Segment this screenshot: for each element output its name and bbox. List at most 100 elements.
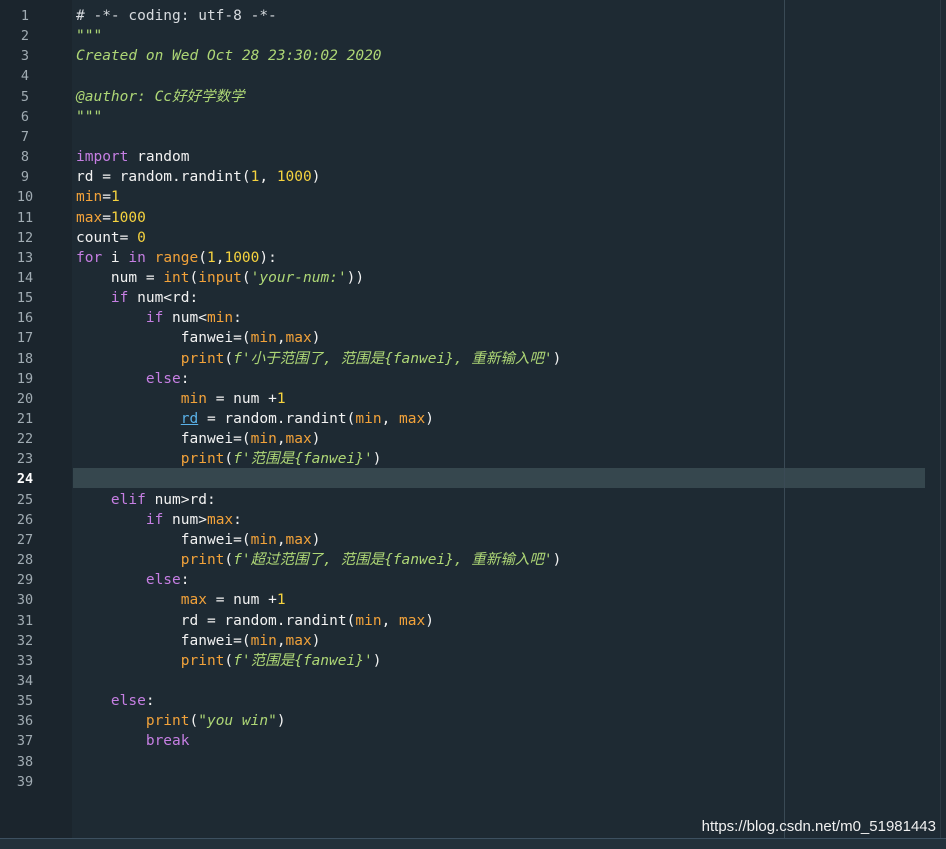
code-token: ( (198, 250, 207, 266)
code-line[interactable]: Created on Wed Oct 28 23:30:02 2020 (76, 46, 382, 66)
code-token: , (276, 330, 286, 346)
code-line[interactable]: """ (76, 26, 102, 46)
code-token: else (145, 371, 181, 387)
code-token: elif (110, 492, 146, 508)
code-line[interactable]: else: (76, 570, 190, 590)
code-line[interactable]: elif num>rd: (76, 490, 216, 510)
code-line[interactable]: fanwei=(min,max) (76, 631, 321, 651)
code-token: ( (241, 270, 251, 286)
code-token: """ (76, 109, 103, 125)
code-editor[interactable]: 1 2 3 4 5 6 7 8 9 10 11 12 13 14 15 16 17 18 19 20 21 22 23 24 2… (0, 0, 946, 848)
code-token: ( (224, 351, 234, 367)
code-line[interactable]: fanwei=(min,max) (76, 530, 321, 550)
code-token: min (250, 532, 277, 548)
code-token: num<rd: (128, 290, 199, 306)
code-token: 1000 (224, 250, 260, 266)
code-token: max (399, 613, 426, 629)
code-token: min (250, 633, 277, 649)
code-token: min (180, 391, 207, 407)
code-token: fanwei=( (76, 633, 251, 649)
code-token: num< (163, 310, 207, 326)
code-line[interactable]: fanwei=(min,max) (76, 328, 321, 348)
code-token: 1 (110, 189, 120, 205)
code-token: print (180, 351, 225, 367)
code-token: if (145, 310, 164, 326)
code-token: ) (276, 713, 286, 729)
code-line[interactable]: num = int(input('your-num:')) (76, 268, 364, 288)
code-line[interactable]: count= 0 (76, 228, 146, 248)
code-line[interactable]: import random (76, 147, 190, 167)
code-token: min (250, 431, 277, 447)
code-token: = num + (206, 391, 277, 407)
code-token: 'your-num:' (250, 270, 347, 286)
code-line[interactable]: break (76, 731, 190, 751)
code-line[interactable]: else: (76, 691, 155, 711)
code-token: ) (311, 169, 321, 185)
code-token: max (285, 633, 312, 649)
code-line[interactable]: min = num +1 (76, 389, 286, 409)
code-token: ): (259, 250, 277, 266)
code-token: f'小于范围了, 范围是{fanwei}, 重新输入吧' (233, 351, 553, 367)
code-token: : (233, 310, 242, 326)
code-token: max (76, 210, 103, 226)
code-token: ( (224, 552, 234, 568)
code-line[interactable]: print(f'小于范围了, 范围是{fanwei}, 重新输入吧') (76, 349, 562, 369)
code-token: num> (163, 512, 207, 528)
code-token: ) (311, 330, 321, 346)
code-token: : (180, 572, 190, 588)
code-line[interactable]: max=1000 (76, 208, 146, 228)
code-token: @author: Cc好好学数学 (76, 89, 245, 105)
code-token: """ (76, 28, 103, 44)
code-line[interactable]: rd = random.randint(min, max) (76, 409, 434, 429)
code-line[interactable]: rd = random.randint(min, max) (76, 611, 434, 631)
code-token: min (76, 189, 103, 205)
code-line[interactable]: @author: Cc好好学数学 (76, 87, 245, 107)
code-line[interactable]: else: (76, 369, 190, 389)
code-token: ( (224, 451, 234, 467)
code-line[interactable]: min=1 (76, 187, 120, 207)
code-token: ) (311, 431, 321, 447)
code-line[interactable]: max = num +1 (76, 590, 286, 610)
code-line[interactable]: print("you win") (76, 711, 286, 731)
code-area[interactable]: # -*- coding: utf-8 -*- """ Created on Wed… (0, 0, 946, 838)
code-line[interactable]: print(f'超过范围了, 范围是{fanwei}, 重新输入吧') (76, 550, 562, 570)
code-token: fanwei=( (76, 431, 251, 447)
code-token: 1000 (110, 210, 146, 226)
code-token: )) (346, 270, 365, 286)
code-token: import (76, 149, 129, 165)
code-line[interactable]: if num<rd: (76, 288, 198, 308)
code-token: rd = random.randint( (76, 613, 356, 629)
code-line[interactable]: """ (76, 107, 102, 127)
code-line[interactable]: print(f'范围是{fanwei}') (76, 449, 382, 469)
code-token: ) (372, 451, 382, 467)
code-token: for (76, 250, 103, 266)
code-line[interactable]: rd = random.randint(1, 1000) (76, 167, 320, 187)
code-token: 0 (137, 230, 146, 246)
code-token: = random.randint( (198, 411, 356, 427)
code-line[interactable]: for i in range(1,1000): (76, 248, 277, 268)
code-token: max (285, 532, 312, 548)
code-token: num = (76, 270, 164, 286)
code-token: max (285, 330, 312, 346)
horizontal-scrollbar[interactable] (0, 838, 946, 849)
code-token: 1 (207, 250, 216, 266)
code-line[interactable]: if num>max: (76, 510, 242, 530)
code-line[interactable]: fanwei=(min,max) (76, 429, 321, 449)
code-line[interactable]: print(f'范围是{fanwei}') (76, 651, 382, 671)
code-token: = (102, 189, 111, 205)
code-token: int (163, 270, 190, 286)
code-token: max (399, 411, 426, 427)
code-line[interactable]: # -*- coding: utf-8 -*- (76, 6, 277, 26)
code-token: break (145, 733, 190, 749)
code-token: print (180, 552, 225, 568)
code-line[interactable]: if num<min: (76, 308, 242, 328)
